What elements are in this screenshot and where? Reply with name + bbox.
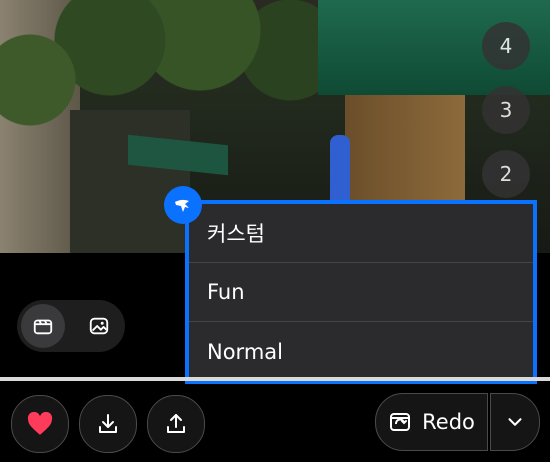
favorite-button[interactable]: [11, 395, 69, 453]
menu-item-normal[interactable]: Normal: [189, 322, 533, 381]
pin-cursor: [164, 186, 202, 224]
image-option-4[interactable]: 4: [482, 22, 530, 70]
mode-toggle: [17, 300, 125, 352]
menu-item-fun[interactable]: Fun: [189, 263, 533, 322]
image-icon: [89, 317, 109, 335]
redo-icon: [390, 413, 411, 431]
style-dropdown-menu: 커스텀 Fun Normal: [185, 200, 537, 384]
share-icon: [167, 414, 185, 433]
menu-item-custom[interactable]: 커스텀: [189, 204, 533, 263]
photo-mode-button[interactable]: [77, 304, 121, 348]
image-option-3[interactable]: 3: [482, 86, 530, 134]
redo-label: Redo: [422, 410, 475, 434]
download-icon: [99, 414, 117, 433]
redo-button[interactable]: Redo: [375, 393, 488, 451]
chevron-down-icon: [508, 418, 522, 426]
share-button[interactable]: [147, 395, 205, 453]
image-option-2[interactable]: 2: [482, 150, 530, 198]
clapperboard-icon: [33, 319, 53, 335]
redo-options-button[interactable]: [490, 393, 540, 451]
image-building-mid: [70, 110, 190, 253]
heart-icon: [27, 412, 53, 435]
pin-icon: [175, 199, 189, 212]
download-button[interactable]: [79, 395, 137, 453]
video-mode-button[interactable]: [21, 304, 65, 348]
timeline-divider: [0, 377, 550, 381]
